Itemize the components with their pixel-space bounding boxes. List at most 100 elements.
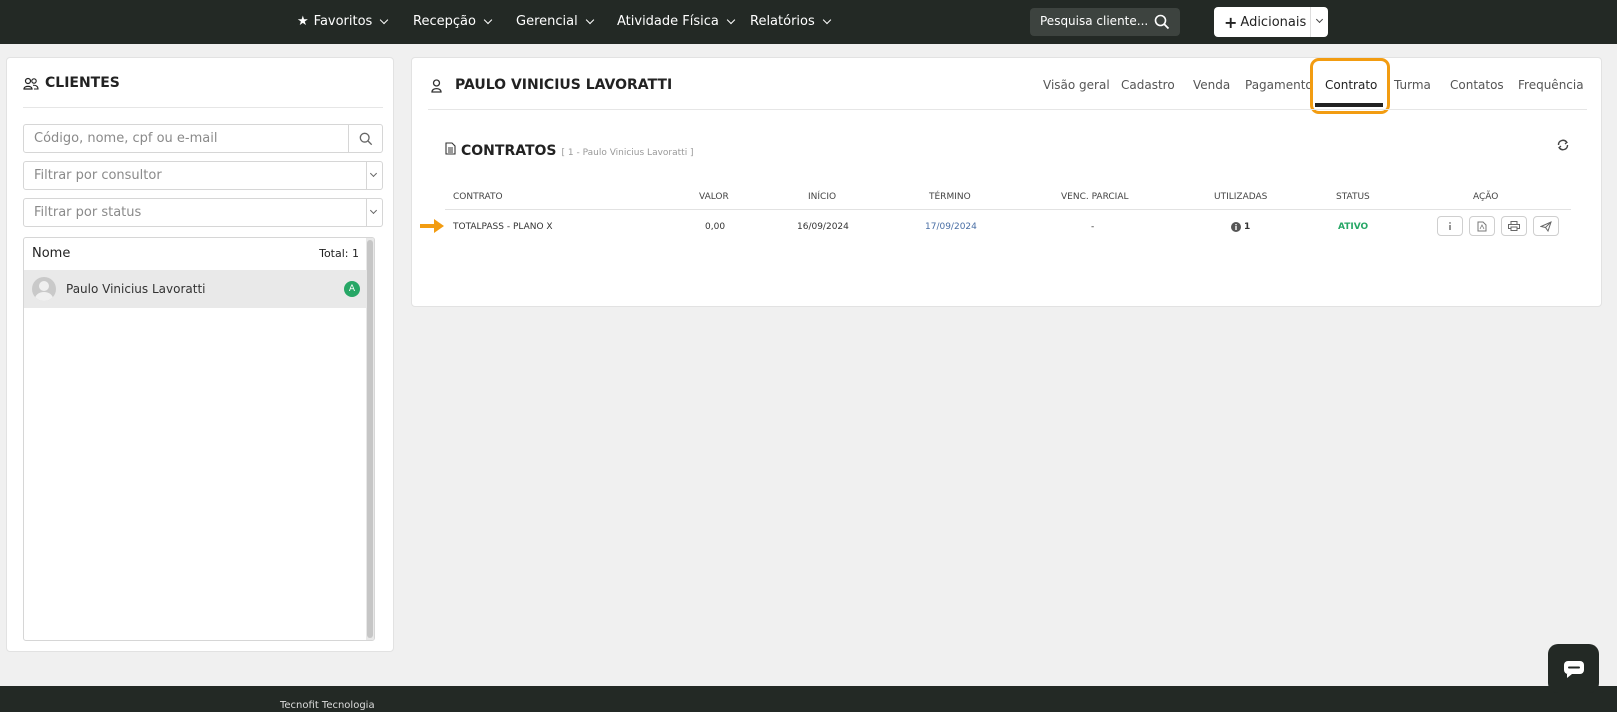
nav-management[interactable]: Gerencial — [516, 14, 594, 29]
arrow-right-icon — [420, 219, 444, 233]
table-header-divider — [445, 209, 1571, 210]
client-total: Total: 1 — [319, 246, 359, 260]
contract-value: 0,00 — [705, 222, 726, 232]
client-search-input[interactable]: Pesquisa cliente... — [1030, 8, 1180, 36]
print-button[interactable] — [1501, 216, 1527, 236]
nav-management-label: Gerencial — [516, 14, 578, 29]
tab-payment[interactable]: Pagamento — [1245, 78, 1313, 92]
nav-physical-activity[interactable]: Atividade Física — [617, 14, 736, 29]
contract-end[interactable]: 17/09/2024 — [925, 222, 977, 232]
info-icon — [1449, 222, 1451, 230]
printer-icon — [1508, 221, 1520, 231]
tab-highlight-annotation — [1310, 58, 1390, 114]
chevron-down-icon[interactable] — [1315, 15, 1324, 24]
star-icon: ★ — [297, 14, 309, 29]
client-list: Nome Total: 1 Paulo Vinicius Lavoratti A — [23, 237, 375, 641]
client-name-title: PAULO VINICIUS LAVORATTI — [455, 77, 673, 93]
pdf-file-icon — [1477, 221, 1487, 231]
send-button[interactable] — [1533, 216, 1559, 236]
avatar — [32, 277, 56, 301]
pdf-button[interactable] — [1469, 216, 1495, 236]
footer: Tecnofit Tecnologia — [0, 686, 1617, 712]
tab-attendance[interactable]: Frequência — [1518, 78, 1584, 92]
client-filter-search-input[interactable]: Código, nome, cpf ou e-mail — [23, 124, 383, 153]
client-list-header: Nome Total: 1 — [24, 238, 367, 268]
chevron-down-icon — [369, 169, 378, 178]
users-icon — [23, 77, 39, 90]
chat-icon — [1563, 660, 1584, 678]
add-extras-label: Adicionais — [1240, 14, 1307, 30]
plus-icon: + — [1224, 12, 1238, 32]
scrollbar-thumb[interactable] — [367, 240, 373, 638]
column-header-used: UTILIZADAS — [1214, 192, 1268, 202]
chevron-down-icon — [369, 206, 378, 215]
document-icon — [445, 142, 456, 155]
tab-overview[interactable]: Visão geral — [1043, 78, 1110, 92]
chevron-down-icon — [380, 15, 389, 24]
chat-button[interactable] — [1548, 644, 1599, 693]
clients-panel: CLIENTES Código, nome, cpf ou e-mail Fil… — [6, 57, 394, 652]
info-icon — [1231, 222, 1241, 232]
select-toggle[interactable] — [366, 162, 382, 189]
tab-contacts[interactable]: Contatos — [1450, 78, 1504, 92]
refresh-icon[interactable] — [1556, 138, 1570, 152]
nav-reception-label: Recepção — [413, 14, 476, 29]
status-filter-select[interactable]: Filtrar por status — [23, 198, 383, 227]
divider — [23, 107, 383, 108]
search-button[interactable] — [348, 125, 382, 152]
chevron-down-icon — [822, 15, 832, 24]
contracts-subtitle: [ 1 - Paulo Vinicius Lavoratti ] — [561, 148, 694, 158]
scrollbar[interactable] — [366, 238, 374, 640]
footer-company: Tecnofit Tecnologia — [280, 700, 375, 711]
chevron-down-icon — [726, 15, 736, 24]
list-item[interactable]: Paulo Vinicius Lavoratti A — [24, 270, 367, 308]
nav-favorites-label: Favoritos — [313, 14, 373, 29]
client-filter-search-placeholder: Código, nome, cpf ou e-mail — [34, 131, 218, 146]
contracts-section-title: CONTRATOS [ 1 - Paulo Vinicius Lavoratti… — [445, 142, 694, 159]
nav-reception[interactable]: Recepção — [413, 14, 493, 29]
contract-status: ATIVO — [1338, 222, 1369, 232]
contract-used[interactable]: 1 — [1231, 222, 1250, 232]
column-header-end: TÉRMINO — [929, 192, 971, 202]
status-filter-placeholder: Filtrar por status — [34, 205, 142, 220]
nav-reports[interactable]: Relatórios — [750, 14, 832, 29]
client-detail-panel: PAULO VINICIUS LAVORATTI Visão geral Cad… — [411, 57, 1602, 307]
consultant-filter-select[interactable]: Filtrar por consultor — [23, 161, 383, 190]
contract-partial-due: - — [1091, 222, 1095, 232]
tab-class[interactable]: Turma — [1394, 78, 1431, 92]
add-extras-button[interactable]: + Adicionais — [1214, 7, 1328, 37]
name-column-header[interactable]: Nome — [32, 246, 70, 261]
paper-plane-icon — [1540, 220, 1552, 232]
column-header-action: AÇÃO — [1473, 192, 1499, 202]
search-icon — [359, 132, 372, 145]
info-button[interactable] — [1437, 216, 1463, 236]
column-header-status: STATUS — [1336, 192, 1370, 202]
clients-title-text: CLIENTES — [45, 75, 120, 91]
client-search-placeholder: Pesquisa cliente... — [1040, 14, 1149, 28]
select-toggle[interactable] — [366, 199, 382, 226]
search-icon[interactable] — [1154, 14, 1170, 30]
consultant-filter-placeholder: Filtrar por consultor — [34, 168, 162, 183]
status-badge: A — [344, 281, 360, 297]
column-header-partial-due: VENC. PARCIAL — [1061, 192, 1129, 202]
tab-registration[interactable]: Cadastro — [1121, 78, 1175, 92]
contract-name: TOTALPASS - PLANO X — [453, 222, 553, 232]
client-name: Paulo Vinicius Lavoratti — [66, 282, 206, 296]
nav-favorites[interactable]: ★ Favoritos — [297, 14, 389, 29]
contracts-title: CONTRATOS — [461, 143, 557, 159]
top-navbar: ★ Favoritos Recepção Gerencial Atividade… — [0, 0, 1617, 44]
nav-reports-label: Relatórios — [750, 14, 815, 29]
column-header-start: INÍCIO — [808, 192, 837, 202]
button-divider — [1310, 7, 1311, 37]
nav-physical-activity-label: Atividade Física — [617, 14, 719, 29]
divider — [428, 109, 1587, 110]
contract-start: 16/09/2024 — [797, 222, 849, 232]
column-header-value: VALOR — [699, 192, 729, 202]
chevron-down-icon — [483, 15, 493, 24]
tab-sale[interactable]: Venda — [1193, 78, 1230, 92]
user-icon — [431, 79, 442, 93]
column-header-contract: CONTRATO — [453, 192, 503, 202]
chevron-down-icon — [585, 15, 594, 24]
clients-panel-title: CLIENTES — [23, 75, 120, 91]
contract-used-count: 1 — [1244, 222, 1251, 232]
